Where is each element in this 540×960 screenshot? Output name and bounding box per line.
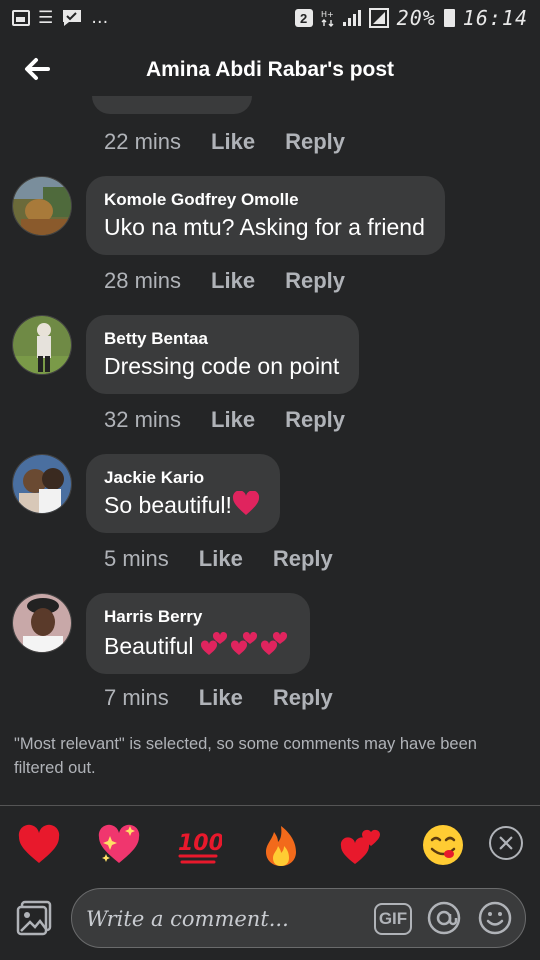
data-arrows-icon: H+	[321, 10, 334, 27]
reply-button[interactable]: Reply	[273, 546, 333, 572]
comment-actions: 7 mins Like Reply	[104, 683, 333, 713]
comment-author[interactable]: Komole Godfrey Omolle	[104, 189, 425, 211]
comment-time: 22 mins	[104, 129, 182, 154]
more-dots-icon: …	[91, 7, 109, 28]
smile-icon[interactable]	[477, 900, 513, 936]
comment-composer: GIF	[0, 884, 540, 960]
clock: 16:14	[462, 6, 528, 30]
fire-emoji-button[interactable]	[258, 822, 304, 868]
signal-boxed-icon	[368, 8, 389, 28]
battery-icon	[443, 9, 455, 27]
page-title: Amina Abdi Rabar's post	[145, 58, 395, 81]
signal-icon	[342, 10, 361, 26]
red-heart-emoji-button[interactable]	[16, 822, 62, 868]
header: Amina Abdi Rabar's post	[0, 36, 540, 106]
battery-percent: 20%	[396, 6, 436, 30]
divider	[0, 805, 540, 806]
quick-emoji-bar: 100	[0, 812, 540, 878]
filter-notice: "Most relevant" is selected, so some com…	[14, 735, 477, 777]
comment-text: So beautiful!	[104, 489, 260, 521]
reply-button[interactable]: Reply	[285, 268, 345, 294]
comment-author[interactable]: Jackie Kario	[104, 467, 260, 489]
svg-text:100: 100	[178, 831, 222, 856]
reply-button[interactable]: Reply	[273, 685, 333, 711]
red-heart-emoji-icon	[232, 491, 259, 515]
comment-bubble[interactable]: Harris Berry Beautiful	[86, 593, 310, 674]
like-button[interactable]: Like	[211, 268, 255, 294]
reply-button[interactable]: Reply	[285, 407, 345, 433]
status-bar-right: 2 H+ 20% 16:14	[294, 6, 528, 30]
status-bar: ☰ … 2 H+ 20% 16:14	[0, 0, 540, 36]
comment-author[interactable]: Betty Bentaa	[104, 328, 339, 350]
comment-text: Dressing code on point	[104, 353, 340, 379]
comment-time: 7 mins	[104, 685, 169, 710]
like-button[interactable]: Like	[211, 129, 255, 155]
avatar[interactable]	[12, 454, 72, 514]
gif-icon[interactable]: GIF	[374, 903, 412, 935]
avatar[interactable]	[12, 593, 72, 653]
comment-text: Uko na mtu? Asking for a friend	[104, 214, 425, 240]
comment-bubble[interactable]: Jackie Kario So beautiful!	[86, 454, 280, 533]
sparkling-heart-emoji-button[interactable]	[96, 822, 142, 868]
two-hearts-emoji-button[interactable]	[338, 822, 384, 868]
image-icon	[12, 10, 30, 26]
comment-text-content: So beautiful!	[104, 492, 232, 518]
comment-bubble[interactable]: Komole Godfrey Omolle Uko na mtu? Asking…	[86, 176, 445, 255]
comment-text-content: Beautiful	[104, 633, 200, 659]
avatar[interactable]	[12, 315, 72, 375]
comment-time: 28 mins	[104, 268, 182, 293]
like-button[interactable]: Like	[211, 407, 255, 433]
like-button[interactable]: Like	[199, 546, 243, 572]
at-icon[interactable]	[426, 900, 462, 936]
comment-actions: 28 mins Like Reply	[104, 266, 345, 296]
list-icon: ☰	[38, 7, 54, 28]
comment-time: 5 mins	[104, 546, 169, 571]
avatar[interactable]	[12, 176, 72, 236]
chat-check-icon	[63, 10, 82, 26]
svg-text:H+: H+	[321, 10, 334, 19]
comment-text: Beautiful	[104, 628, 290, 662]
reply-button[interactable]: Reply	[285, 129, 345, 155]
close-icon	[499, 836, 513, 850]
photo-icon[interactable]	[16, 900, 54, 936]
face-savoring-food-emoji-button[interactable]	[420, 822, 466, 868]
comment-time: 32 mins	[104, 407, 182, 432]
comment-input[interactable]	[86, 903, 356, 935]
comment-author[interactable]: Harris Berry	[104, 606, 290, 628]
sim-badge-icon: 2	[294, 9, 313, 27]
two-hearts-emoji-icon	[200, 631, 287, 655]
like-button[interactable]: Like	[199, 685, 243, 711]
hundred-points-emoji-button[interactable]: 100	[176, 822, 222, 868]
comment-actions: 5 mins Like Reply	[104, 544, 333, 574]
status-bar-left: ☰ …	[12, 8, 108, 28]
close-emoji-bar-button[interactable]	[489, 826, 523, 860]
previous-comment-bubble	[92, 96, 252, 114]
comment-bubble[interactable]: Betty Bentaa Dressing code on point	[86, 315, 360, 394]
previous-comment-actions: 22 mins Like Reply	[104, 127, 345, 157]
comment-input-container: GIF	[71, 888, 526, 948]
comment-actions: 32 mins Like Reply	[104, 405, 345, 435]
